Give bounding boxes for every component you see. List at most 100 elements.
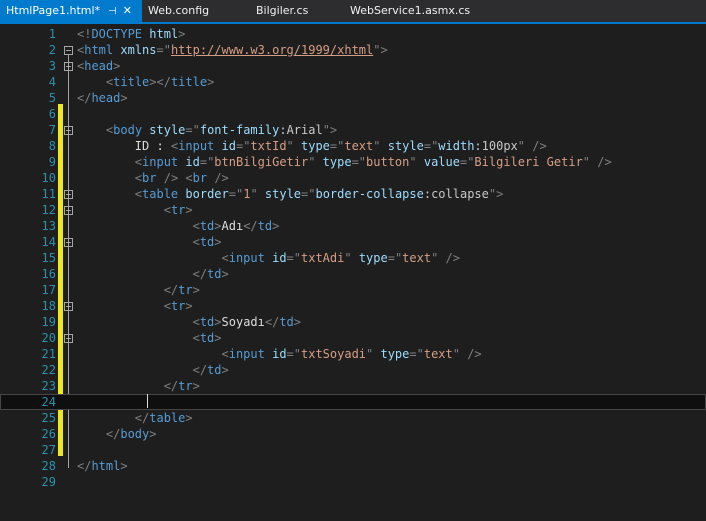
code-line[interactable]: 11 <table border="1" style="border-colla… bbox=[0, 186, 706, 202]
code-line[interactable]: 18 <tr> bbox=[0, 298, 706, 314]
code-text: </html> bbox=[77, 458, 128, 474]
code-line[interactable]: 27 bbox=[0, 442, 706, 458]
code-token: " bbox=[344, 251, 359, 265]
code-line[interactable]: 8 ID : <input id="txtId" type="text" sty… bbox=[0, 138, 706, 154]
code-token: txtId bbox=[250, 139, 287, 153]
code-token: Bilgileri Getir bbox=[474, 155, 583, 169]
code-token: "> bbox=[488, 187, 504, 201]
tab-webservice1-asmx-cs[interactable]: WebService1.asmx.cs bbox=[344, 0, 476, 22]
code-token: " bbox=[373, 139, 388, 153]
code-line[interactable]: 9 <input id="btnBilgiGetir" type="button… bbox=[0, 154, 706, 170]
code-line[interactable]: 6 bbox=[0, 106, 706, 122]
line-number: 7 bbox=[48, 123, 56, 137]
code-line[interactable]: 20 <td> bbox=[0, 330, 706, 346]
code-line[interactable]: 21 <input id="txtSoyadi" type="text" /> bbox=[0, 346, 706, 362]
code-token: > bbox=[221, 363, 229, 377]
code-line[interactable]: 1 <!DOCTYPE html> bbox=[0, 26, 706, 42]
tab-bilgiler-cs[interactable]: Bilgiler.cs bbox=[250, 0, 314, 22]
code-line[interactable]: 22 </td> bbox=[0, 362, 706, 378]
code-token: " bbox=[308, 155, 323, 169]
code-line[interactable]: 10 <br /> <br /> bbox=[0, 170, 706, 186]
collapse-icon[interactable] bbox=[64, 302, 73, 311]
line-number: 9 bbox=[48, 155, 56, 169]
line-number: 26 bbox=[41, 427, 56, 441]
code-line[interactable]: 12 <tr> bbox=[0, 202, 706, 218]
code-line[interactable]: 26 </body> bbox=[0, 426, 706, 442]
code-line[interactable]: 14 <td> bbox=[0, 234, 706, 250]
code-line[interactable]: 24 bbox=[0, 394, 706, 410]
code-line[interactable]: 3 <head> bbox=[0, 58, 706, 74]
code-token: < bbox=[192, 235, 200, 249]
code-line[interactable]: 23 </tr> bbox=[0, 378, 706, 394]
collapse-icon[interactable] bbox=[64, 238, 73, 247]
code-text: </td> bbox=[77, 362, 229, 378]
line-number: 20 bbox=[41, 331, 56, 345]
line-number: 28 bbox=[41, 459, 56, 473]
code-token: " /> bbox=[431, 251, 460, 265]
tab-htmlpage1[interactable]: HtmlPage1.html* ⊣ ✕ bbox=[0, 0, 142, 22]
code-line[interactable]: 4 <title></title> bbox=[0, 74, 706, 90]
tab-label: Bilgiler.cs bbox=[256, 4, 309, 17]
code-line[interactable]: 2 <html xmlns="http://www.w3.org/1999/xht… bbox=[0, 42, 706, 58]
collapse-icon[interactable] bbox=[64, 206, 73, 215]
collapse-icon[interactable] bbox=[64, 62, 73, 71]
code-token: /> < bbox=[163, 171, 193, 185]
code-line[interactable]: 19 <td>Soyadı</td> bbox=[0, 314, 706, 330]
code-token: /> bbox=[214, 171, 229, 185]
code-token: table bbox=[142, 187, 179, 201]
code-line[interactable]: 25 </table> bbox=[0, 410, 706, 426]
code-token: DOCTYPE bbox=[91, 27, 143, 41]
code-editor[interactable]: 1 <!DOCTYPE html> 2 <html xmlns="http://www… bbox=[0, 24, 706, 521]
code-text: <input id="txtSoyadi" type="text" /> bbox=[77, 346, 482, 362]
collapse-icon[interactable] bbox=[64, 334, 73, 343]
collapse-icon[interactable] bbox=[64, 46, 73, 55]
code-line[interactable]: 5 </head> bbox=[0, 90, 706, 106]
code-token: id bbox=[185, 155, 200, 169]
code-token: td bbox=[199, 331, 215, 345]
line-number: 21 bbox=[41, 347, 56, 361]
code-token: =" bbox=[409, 347, 424, 361]
collapse-icon[interactable] bbox=[64, 126, 73, 135]
code-token: title bbox=[113, 75, 150, 89]
code-token: input bbox=[228, 251, 265, 265]
code-token: id bbox=[272, 347, 287, 361]
code-token: td bbox=[199, 235, 215, 249]
code-line[interactable]: 29 bbox=[0, 474, 706, 490]
code-text: <body style="font-family:Arial"> bbox=[77, 122, 337, 138]
code-token: < bbox=[192, 331, 200, 345]
close-icon[interactable]: ✕ bbox=[123, 0, 132, 22]
code-line[interactable]: 28 </html> bbox=[0, 458, 706, 474]
code-token: Soyadı bbox=[221, 315, 265, 329]
code-token: ID : bbox=[77, 139, 171, 153]
pin-icon[interactable]: ⊣ bbox=[108, 1, 117, 23]
code-line[interactable]: 13 <td>Adı</td> bbox=[0, 218, 706, 234]
code-token: </ bbox=[77, 91, 92, 105]
collapse-icon[interactable] bbox=[64, 190, 73, 199]
code-token: </ bbox=[105, 427, 121, 441]
code-text: <!DOCTYPE html> bbox=[77, 26, 185, 42]
code-line[interactable]: 7 <body style="font-family:Arial"> bbox=[0, 122, 706, 138]
code-token: type bbox=[301, 139, 330, 153]
code-text: <head> bbox=[77, 58, 120, 74]
code-token: < bbox=[163, 299, 171, 313]
code-line[interactable]: 15 <input id="txtAdi" type="text" /> bbox=[0, 250, 706, 266]
tab-label: HtmlPage1.html* bbox=[6, 4, 101, 17]
code-text: <td> bbox=[77, 234, 222, 250]
line-number: 1 bbox=[48, 27, 56, 41]
code-token: =" bbox=[459, 155, 475, 169]
line-number: 18 bbox=[41, 299, 56, 313]
line-number: 27 bbox=[41, 443, 56, 457]
code-token: :Arial bbox=[279, 123, 323, 137]
code-line[interactable]: 16 </td> bbox=[0, 266, 706, 282]
code-text: <title></title> bbox=[77, 74, 214, 90]
code-line[interactable]: 17 </tr> bbox=[0, 282, 706, 298]
tab-web-config[interactable]: Web.config bbox=[142, 0, 215, 22]
code-token: tr bbox=[178, 379, 193, 393]
